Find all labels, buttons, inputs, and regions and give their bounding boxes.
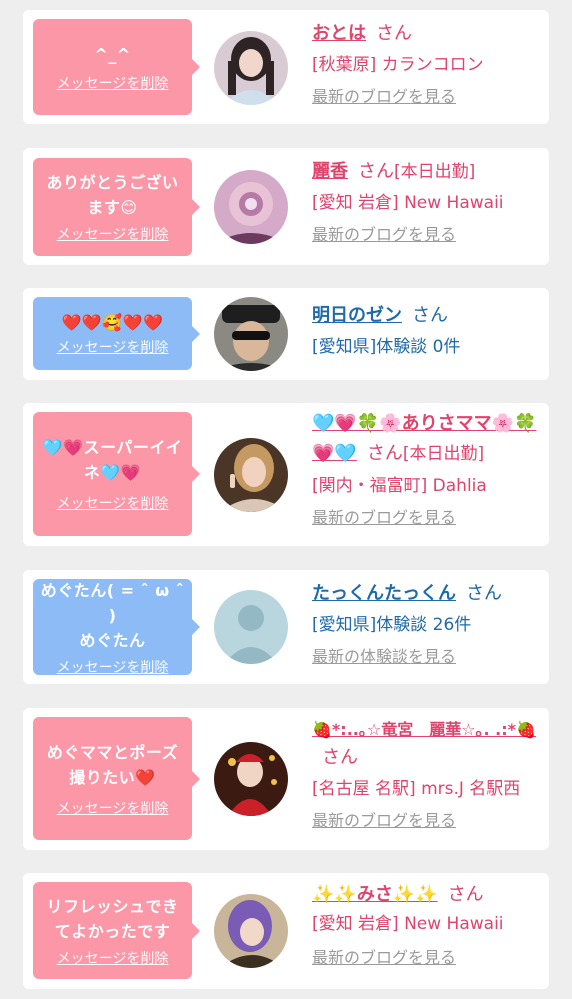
profile-info: 麗香 さん[本日出勤] [愛知 岩倉] New Hawaii 最新のブログを見る <box>312 158 541 246</box>
profile-info: 明日のゼン さん [愛知県]体験談 0件 <box>312 302 541 360</box>
message-bubble: めぐたん( = ˆ ω ˆ ) めぐたん メッセージを削除 <box>33 579 200 677</box>
message-bubble: ^_^ メッセージを削除 <box>33 19 200 115</box>
message-card: ❤️❤️🥰❤️❤️ メッセージを削除 明日のゼン さん [愛知県]体験談 0件 <box>23 288 549 380</box>
message-text: リフレッシュできてよかったです <box>46 896 179 941</box>
profile-name-link[interactable]: 明日のゼン <box>312 305 402 326</box>
profile-info: たっくんたっくん さん [愛知県]体験談 26件 最新の体験談を見る <box>312 580 541 668</box>
message-card: リフレッシュできてよかったです メッセージを削除 ✨✨みさ✨✨ さん [愛知 岩倉… <box>23 873 549 989</box>
honorific: さん <box>447 884 484 905</box>
profile-info: 🩵💗🍀🌸ありさママ🌸🍀💗🩵 さん[本日出勤] [関内・福富町] Dahlia 最新… <box>312 409 541 529</box>
honorific: さん <box>376 23 412 44</box>
shop-detail: [愛知 岩倉] New Hawaii <box>312 914 504 934</box>
avatar[interactable] <box>214 590 288 664</box>
honorific: さん <box>466 583 502 604</box>
honorific: さん <box>366 443 403 464</box>
avatar[interactable] <box>214 894 288 968</box>
message-bubble: めぐママとポーズ撮りたい❤️ メッセージを削除 <box>33 717 200 840</box>
message-bubble: ありがとうございます😊 メッセージを削除 <box>33 158 200 256</box>
profile-name-link[interactable]: 🍓*:..｡☆竜宮 麗華☆｡. .:*🍓 <box>312 720 536 739</box>
message-text: めぐママとポーズ撮りたい❤️ <box>46 742 179 787</box>
message-bubble: 🩵💗スーパーイイネ🩵💗 メッセージを削除 <box>33 412 200 536</box>
avatar[interactable] <box>214 438 288 512</box>
latest-blog-link[interactable]: 最新のブログを見る <box>312 947 456 969</box>
message-card: ありがとうございます😊 メッセージを削除 麗香 さん[本日出勤] [愛知 岩倉] … <box>23 148 549 265</box>
delete-message-link[interactable]: メッセージを削除 <box>57 226 169 244</box>
avatar[interactable] <box>214 742 288 816</box>
attendance-status: [本日出勤] <box>394 162 476 182</box>
latest-experience-link[interactable]: 最新の体験談を見る <box>312 646 456 668</box>
delete-message-link[interactable]: メッセージを削除 <box>57 339 169 357</box>
latest-blog-link[interactable]: 最新のブログを見る <box>312 86 456 108</box>
message-text: ^_^ <box>94 44 131 64</box>
shop-detail: [名古屋 名駅] mrs.J 名駅西 <box>312 779 521 799</box>
message-card: 🩵💗スーパーイイネ🩵💗 メッセージを削除 🩵💗🍀🌸ありさママ🌸🍀💗🩵 さん[本日出… <box>23 403 549 546</box>
shop-detail: [関内・福富町] Dahlia <box>312 476 487 496</box>
shop-detail: [愛知 岩倉] New Hawaii <box>312 193 504 213</box>
message-bubble: ❤️❤️🥰❤️❤️ メッセージを削除 <box>33 297 200 370</box>
honorific: さん <box>358 161 394 182</box>
attendance-status: [本日出勤] <box>402 444 485 464</box>
latest-blog-link[interactable]: 最新のブログを見る <box>312 224 456 246</box>
latest-blog-link[interactable]: 最新のブログを見る <box>312 507 456 529</box>
shop-detail: [秋葉原] カランコロン <box>312 55 484 75</box>
avatar[interactable] <box>214 170 288 244</box>
profile-name-link[interactable]: 麗香 <box>312 161 348 182</box>
profile-info: おとは さん [秋葉原] カランコロン 最新のブログを見る <box>312 20 541 108</box>
delete-message-link[interactable]: メッセージを削除 <box>57 75 169 93</box>
experience-count: [愛知県]体験談 0件 <box>312 337 461 357</box>
avatar[interactable] <box>214 297 288 371</box>
experience-count: [愛知県]体験談 26件 <box>312 615 472 635</box>
profile-info: ✨✨みさ✨✨ さん [愛知 岩倉] New Hawaii 最新のブログを見る <box>312 881 541 969</box>
message-text: めぐたん( = ˆ ω ˆ ) めぐたん <box>40 580 185 650</box>
latest-blog-link[interactable]: 最新のブログを見る <box>312 810 456 832</box>
honorific: さん <box>412 305 448 326</box>
profile-info: 🍓*:..｡☆竜宮 麗華☆｡. .:*🍓 さん [名古屋 名駅] mrs.J 名駅… <box>312 716 541 832</box>
avatar[interactable] <box>214 31 288 105</box>
message-card: めぐたん( = ˆ ω ˆ ) めぐたん メッセージを削除 たっくんたっくん さん… <box>23 570 549 684</box>
message-bubble: リフレッシュできてよかったです メッセージを削除 <box>33 882 200 979</box>
profile-name-link[interactable]: おとは <box>312 23 366 44</box>
message-list: ^_^ メッセージを削除 おとは さん [秋葉原] カランコロン 最新のブログを見… <box>0 0 572 999</box>
message-text: ありがとうございます😊 <box>46 173 179 217</box>
delete-message-link[interactable]: メッセージを削除 <box>57 659 169 677</box>
message-text: ❤️❤️🥰❤️❤️ <box>61 313 164 332</box>
delete-message-link[interactable]: メッセージを削除 <box>57 800 169 818</box>
delete-message-link[interactable]: メッセージを削除 <box>57 950 169 968</box>
message-card: ^_^ メッセージを削除 おとは さん [秋葉原] カランコロン 最新のブログを見… <box>23 10 549 124</box>
message-card: めぐママとポーズ撮りたい❤️ メッセージを削除 🍓*:..｡☆竜宮 麗華☆｡. … <box>23 708 549 850</box>
message-text: 🩵💗スーパーイイネ🩵💗 <box>42 438 183 482</box>
honorific: さん <box>322 747 358 768</box>
profile-name-link[interactable]: ✨✨みさ✨✨ <box>312 884 438 905</box>
delete-message-link[interactable]: メッセージを削除 <box>57 495 169 513</box>
profile-name-link[interactable]: たっくんたっくん <box>312 583 456 604</box>
